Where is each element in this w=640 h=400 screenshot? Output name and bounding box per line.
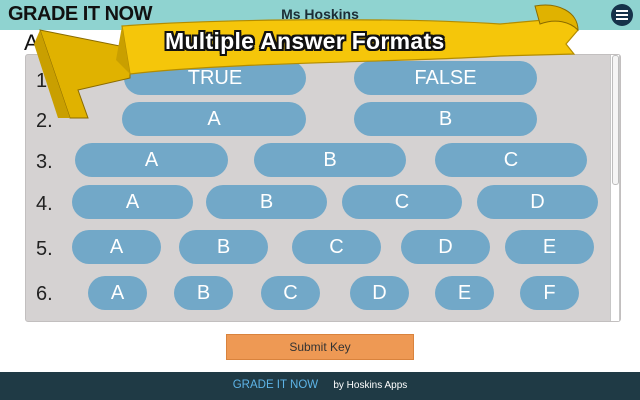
- answer-option-button[interactable]: D: [477, 185, 598, 219]
- panel-scrollbar[interactable]: [610, 55, 620, 321]
- hamburger-menu-icon[interactable]: [611, 4, 633, 26]
- answer-row: 3. A B C: [25, 143, 610, 185]
- question-number: 4.: [36, 193, 53, 215]
- footer-bar: GRADE IT NOW by Hoskins Apps: [0, 372, 640, 400]
- scrollbar-thumb[interactable]: [612, 55, 619, 185]
- promo-ribbon: Multiple Answer Formats: [30, 0, 590, 120]
- answer-option-button[interactable]: B: [179, 230, 268, 264]
- answer-option-button[interactable]: F: [520, 276, 579, 310]
- answer-option-button[interactable]: E: [435, 276, 494, 310]
- footer-byline: by Hoskins Apps: [333, 380, 408, 391]
- answer-option-button[interactable]: C: [435, 143, 587, 177]
- answer-option-button[interactable]: B: [174, 276, 233, 310]
- answer-option-button[interactable]: A: [88, 276, 147, 310]
- ribbon-graphic: [34, 4, 579, 119]
- answer-option-button[interactable]: A: [72, 230, 161, 264]
- answer-option-button[interactable]: D: [350, 276, 409, 310]
- answer-option-button[interactable]: E: [505, 230, 594, 264]
- answer-option-button[interactable]: C: [342, 185, 462, 219]
- answer-row: 6. A B C D E F: [25, 276, 610, 318]
- promo-banner-title: Multiple Answer Formats: [165, 28, 445, 54]
- question-number: 3.: [36, 151, 53, 173]
- footer-brand-link[interactable]: GRADE IT NOW: [233, 379, 318, 391]
- answer-option-button[interactable]: A: [75, 143, 228, 177]
- answer-row: 4. A B C D: [25, 185, 610, 227]
- answer-option-button[interactable]: B: [206, 185, 327, 219]
- answer-option-button[interactable]: A: [72, 185, 193, 219]
- answer-option-button[interactable]: D: [401, 230, 490, 264]
- footer-credit: GRADE IT NOW by Hoskins Apps: [0, 379, 640, 391]
- submit-key-button[interactable]: Submit Key: [226, 334, 414, 360]
- answer-row: 5. A B C D E: [25, 230, 610, 272]
- app-screen: GRADE IT NOW Ms Hoskins A 1. TRUE FALSE …: [0, 0, 640, 400]
- answer-option-button[interactable]: C: [261, 276, 320, 310]
- answer-option-button[interactable]: C: [292, 230, 381, 264]
- answer-option-button[interactable]: B: [254, 143, 406, 177]
- question-number: 5.: [36, 238, 53, 260]
- question-number: 6.: [36, 283, 53, 305]
